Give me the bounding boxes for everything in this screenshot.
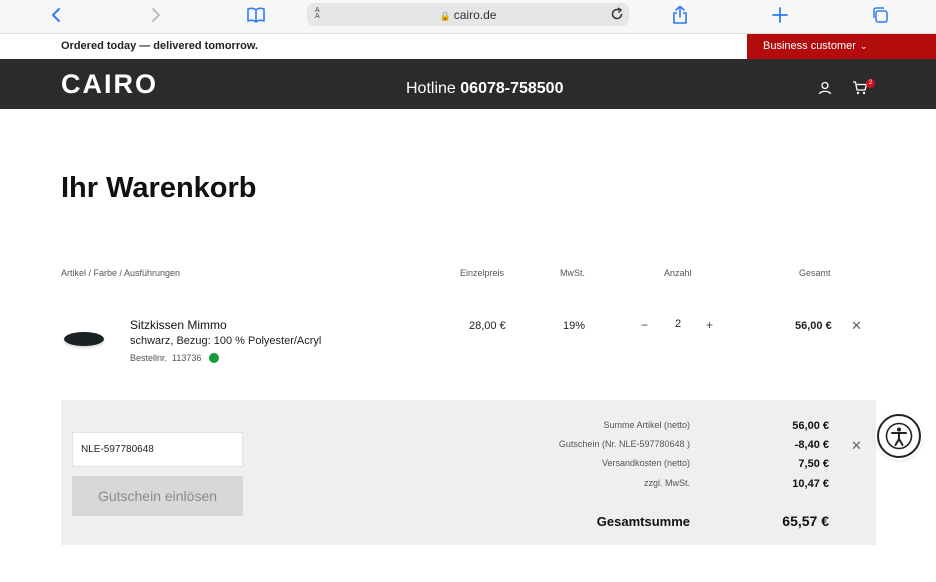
summary-label-shipping: Versandkosten (netto) [601, 458, 690, 468]
browser-toolbar: AA 🔒 cairo.de [0, 0, 936, 34]
business-customer-button[interactable]: Business customer ⌄ [747, 34, 936, 59]
summary-value-voucher: -8,40 € [794, 439, 829, 451]
summary-label-net-articles: Summe Artikel (netto) [603, 420, 690, 430]
quantity-decrease-button[interactable]: − [641, 318, 648, 332]
remove-voucher-icon[interactable]: ✕ [851, 438, 862, 454]
quantity-increase-button[interactable]: + [706, 318, 713, 332]
back-icon[interactable] [44, 5, 68, 25]
product-image[interactable] [64, 332, 104, 346]
column-header-quantity: Anzahl [664, 268, 692, 278]
grand-total-value: 65,57 € [782, 513, 829, 529]
product-name[interactable]: Sitzkissen Mimmo [130, 318, 227, 332]
chevron-down-icon: ⌄ [859, 41, 868, 51]
info-bar: Ordered today — delivered tomorrow. Busi… [0, 34, 936, 59]
cart-count-badge: 2 [866, 79, 875, 88]
tabs-overview-icon[interactable] [868, 5, 892, 25]
business-customer-label: Business customer [763, 40, 856, 52]
bookmarks-icon[interactable] [244, 5, 268, 25]
summary-value-shipping: 7,50 € [798, 458, 829, 470]
product-description: schwarz, Bezug: 100 % Polyester/Acryl [130, 335, 322, 347]
share-icon[interactable] [668, 5, 692, 25]
product-order-number: Bestellnr. 113736 [130, 352, 219, 364]
column-header-article: Artikel / Farbe / Ausführungen [61, 268, 181, 278]
url-display: 🔒 cairo.de [307, 8, 629, 22]
reload-icon[interactable] [608, 5, 626, 23]
vat-rate: 19% [563, 320, 586, 332]
grand-total-label: Gesamtsumme [596, 514, 690, 529]
unit-price: 28,00 € [469, 320, 506, 332]
line-total: 56,00 € [795, 320, 832, 332]
site-header: CAIRO Hotline 06078-758500 [0, 59, 936, 109]
order-number-label: Bestellnr. [130, 353, 168, 363]
lock-icon: 🔒 [439, 11, 451, 21]
column-header-unit-price: Einzelpreis [460, 268, 505, 278]
hotline-label: Hotline [406, 80, 456, 97]
forward-icon[interactable] [144, 5, 168, 25]
voucher-input[interactable] [72, 432, 243, 467]
delivery-promise: Ordered today — delivered tomorrow. [61, 40, 259, 52]
accessibility-icon[interactable] [877, 414, 921, 458]
summary-label-voucher: Gutschein (Nr. NLE-597780648 ) [558, 439, 690, 449]
new-tab-icon[interactable] [768, 5, 792, 25]
availability-dot-icon [208, 352, 219, 363]
summary-value-net-articles: 56,00 € [792, 420, 829, 432]
remove-item-icon[interactable]: ✕ [851, 318, 862, 334]
summary-label-vat: zzgl. MwSt. [643, 478, 690, 488]
site-logo[interactable]: CAIRO [61, 69, 158, 100]
url-text: cairo.de [453, 8, 497, 22]
page-title: Ihr Warenkorb [61, 172, 257, 204]
quantity-value[interactable]: 2 [675, 318, 681, 330]
hotline-number[interactable]: 06078-758500 [460, 80, 563, 97]
summary-value-vat: 10,47 € [792, 478, 829, 490]
column-header-vat: MwSt. [560, 268, 586, 278]
summary-panel [61, 400, 876, 545]
redeem-voucher-button[interactable]: Gutschein einlösen [72, 476, 243, 516]
order-number-value: 113736 [172, 353, 202, 363]
hotline: Hotline 06078-758500 [406, 80, 563, 98]
account-icon[interactable] [818, 81, 836, 97]
column-header-total: Gesamt [799, 268, 831, 278]
address-bar[interactable]: AA 🔒 cairo.de [307, 3, 629, 26]
